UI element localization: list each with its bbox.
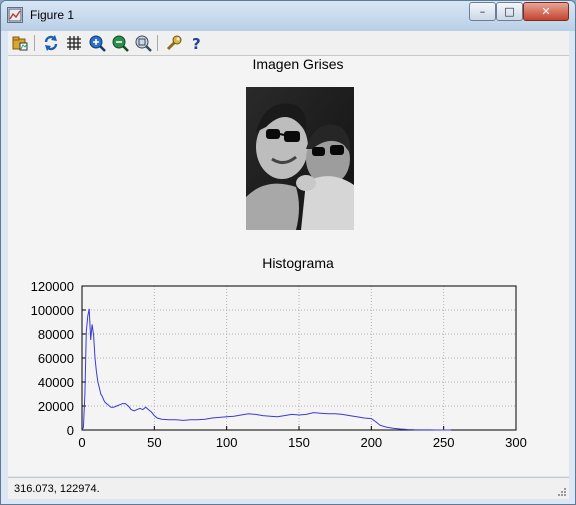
x-tick-label: 250 bbox=[433, 435, 455, 450]
zoom-in-icon bbox=[89, 35, 106, 52]
zoom-out-button[interactable] bbox=[111, 34, 129, 52]
properties-button[interactable] bbox=[165, 34, 183, 52]
x-tick-label: 300 bbox=[505, 435, 527, 450]
help-icon: ? bbox=[192, 35, 201, 52]
figure-app-icon bbox=[7, 7, 23, 23]
figure-canvas[interactable]: Imagen Grises Histograma 050 100 150 200… bbox=[8, 56, 569, 476]
maximize-icon: □ bbox=[504, 5, 515, 18]
window-title: Figure 1 bbox=[30, 8, 75, 22]
open-icon bbox=[12, 36, 28, 51]
y-tick-label: 0 bbox=[67, 423, 74, 438]
y-tick-label: 20000 bbox=[38, 399, 74, 414]
zoom-fit-icon bbox=[135, 35, 152, 52]
grid-button[interactable] bbox=[65, 34, 83, 52]
toolbar-separator bbox=[157, 35, 158, 51]
minimize-button[interactable]: – bbox=[469, 2, 496, 21]
y-tick-label: 40000 bbox=[38, 375, 74, 390]
status-bar: 316.073, 122974. bbox=[8, 477, 569, 499]
resize-grip-icon[interactable] bbox=[557, 487, 567, 497]
image-title: Imagen Grises bbox=[252, 56, 344, 72]
figure-window: Figure 1 – □ ✕ ? Imagen Grises Histogram… bbox=[0, 0, 576, 505]
y-tick-label: 60000 bbox=[38, 351, 74, 366]
y-tick-label: 100000 bbox=[31, 303, 74, 318]
histogram-title: Histograma bbox=[262, 255, 334, 271]
cursor-coordinates: 316.073, 122974. bbox=[14, 483, 100, 495]
x-tick-label: 50 bbox=[147, 435, 161, 450]
zoom-in-button[interactable] bbox=[88, 34, 106, 52]
open-button[interactable] bbox=[11, 34, 29, 52]
close-button[interactable]: ✕ bbox=[523, 2, 569, 21]
maximize-button[interactable]: □ bbox=[496, 2, 523, 21]
x-tick-label: 100 bbox=[216, 435, 238, 450]
x-tick-label: 200 bbox=[360, 435, 382, 450]
toolbar-separator bbox=[34, 35, 35, 51]
close-icon: ✕ bbox=[541, 5, 551, 18]
svg-text:?: ? bbox=[192, 35, 201, 52]
x-tick-label: 0 bbox=[78, 435, 85, 450]
toolbar: ? bbox=[8, 31, 569, 56]
grayscale-photo bbox=[246, 87, 354, 230]
title-bar[interactable]: Figure 1 – □ ✕ bbox=[1, 1, 575, 31]
refresh-icon bbox=[44, 35, 58, 51]
grid-icon bbox=[67, 36, 81, 50]
zoom-out-icon bbox=[112, 35, 129, 52]
y-tick-label: 120000 bbox=[31, 280, 74, 294]
x-tick-label: 150 bbox=[288, 435, 310, 450]
zoom-fit-button[interactable] bbox=[134, 34, 152, 52]
y-tick-label: 80000 bbox=[38, 327, 74, 342]
help-button[interactable]: ? bbox=[188, 34, 206, 52]
wrench-icon bbox=[166, 35, 182, 51]
refresh-button[interactable] bbox=[42, 34, 60, 52]
minimize-icon: – bbox=[479, 5, 486, 18]
histogram-chart[interactable]: 0 50 100 150 200 250 300 0 20000 40000 60000 80000 1… bbox=[8, 280, 569, 476]
